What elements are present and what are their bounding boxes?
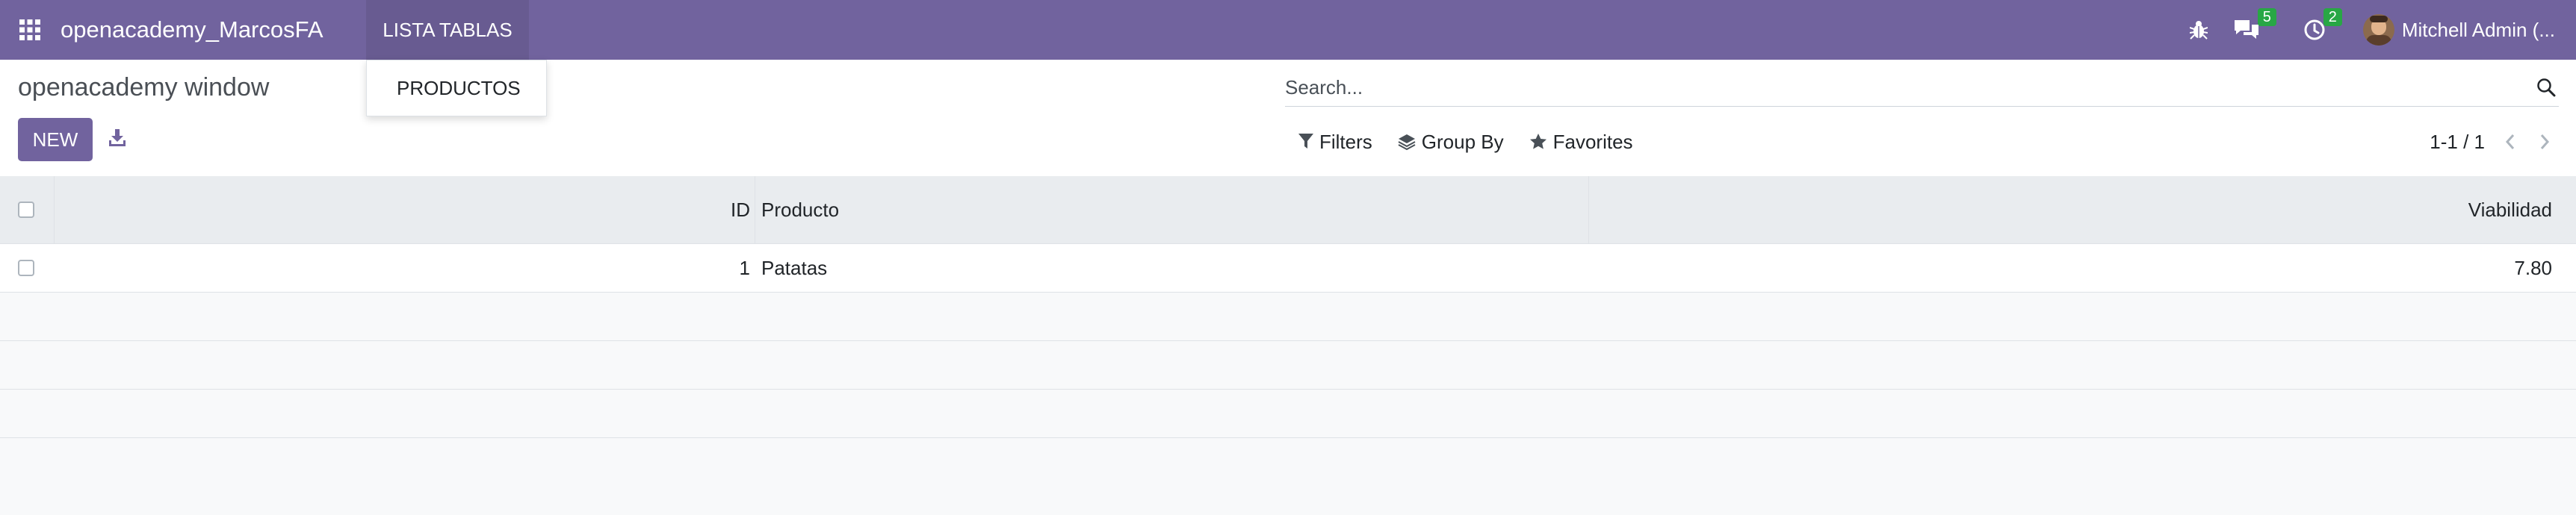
search-button[interactable] xyxy=(2533,75,2559,100)
cell-viabilidad[interactable]: 7.80 xyxy=(2514,244,2552,292)
search-input[interactable] xyxy=(1285,75,2533,99)
filters-label: Filters xyxy=(1319,130,1372,153)
group-by-button[interactable]: Group By xyxy=(1398,131,1504,154)
column-header-id[interactable]: ID xyxy=(731,176,750,243)
column-divider xyxy=(54,176,55,243)
messages-badge: 5 xyxy=(2257,8,2276,26)
column-header-viabilidad[interactable]: Viabilidad xyxy=(2468,176,2552,243)
search-options: Filters Group By Favorites xyxy=(1298,127,1633,157)
activities-button[interactable]: 2 xyxy=(2303,8,2342,41)
row-checkbox-cell xyxy=(18,244,34,292)
table-header: ID Producto Viabilidad xyxy=(0,176,2576,244)
chevron-right-icon xyxy=(2540,134,2550,149)
bug-icon xyxy=(2189,21,2208,40)
lista-tablas-dropdown: PRODUCTOS xyxy=(366,60,547,116)
activities-badge: 2 xyxy=(2323,8,2342,26)
pager: 1-1 / 1 xyxy=(2430,127,2554,157)
avatar[interactable] xyxy=(2362,14,2394,46)
user-menu[interactable]: Mitchell Admin (... xyxy=(2402,19,2555,42)
menu-item-productos[interactable]: PRODUCTOS xyxy=(367,77,521,100)
list-table: ID Producto Viabilidad 1 Patatas 7.80 xyxy=(0,176,2576,438)
filter-icon xyxy=(1298,134,1313,149)
select-all-checkbox[interactable] xyxy=(18,202,34,218)
systray: 5 2 Mitchell Admin (... xyxy=(2189,0,2576,60)
messages-button[interactable]: 5 xyxy=(2233,8,2276,41)
export-button[interactable] xyxy=(105,125,130,151)
cell-producto[interactable]: Patatas xyxy=(761,244,827,292)
menu-lista-tablas[interactable]: LISTA TABLAS xyxy=(366,0,529,60)
pager-previous-button[interactable] xyxy=(2501,133,2519,151)
group-by-label: Group By xyxy=(1421,130,1504,153)
apps-menu-button[interactable] xyxy=(0,0,60,60)
empty-row xyxy=(0,341,2576,390)
pager-next-button[interactable] xyxy=(2536,133,2554,151)
empty-row xyxy=(0,390,2576,438)
download-icon xyxy=(109,129,126,146)
apps-grid-icon xyxy=(19,19,40,40)
new-button[interactable]: NEW xyxy=(18,118,93,161)
favorites-label: Favorites xyxy=(1552,130,1633,153)
column-divider xyxy=(1588,176,1589,243)
cell-id[interactable]: 1 xyxy=(740,244,750,292)
debug-button[interactable] xyxy=(2189,20,2208,40)
pager-value[interactable]: 1-1 / 1 xyxy=(2430,131,2485,154)
app-title[interactable]: openacademy_MarcosFA xyxy=(61,16,323,43)
search-bar xyxy=(1285,69,2559,107)
empty-row xyxy=(0,293,2576,341)
chevron-left-icon xyxy=(2505,134,2515,149)
select-all-cell xyxy=(18,176,34,243)
favorites-button[interactable]: Favorites xyxy=(1529,131,1633,154)
breadcrumb: openacademy window xyxy=(18,73,270,102)
star-icon xyxy=(1529,134,1546,149)
top-navbar: openacademy_MarcosFA LISTA TABLAS 5 2 Mi… xyxy=(0,0,2576,60)
layers-icon xyxy=(1398,134,1416,151)
clock-icon xyxy=(2304,19,2325,40)
search-icon xyxy=(2537,78,2556,97)
filters-button[interactable]: Filters xyxy=(1298,131,1372,154)
chat-icon xyxy=(2234,20,2258,39)
table-row[interactable]: 1 Patatas 7.80 xyxy=(0,244,2576,293)
column-header-producto[interactable]: Producto xyxy=(761,176,839,243)
row-checkbox[interactable] xyxy=(18,260,34,276)
